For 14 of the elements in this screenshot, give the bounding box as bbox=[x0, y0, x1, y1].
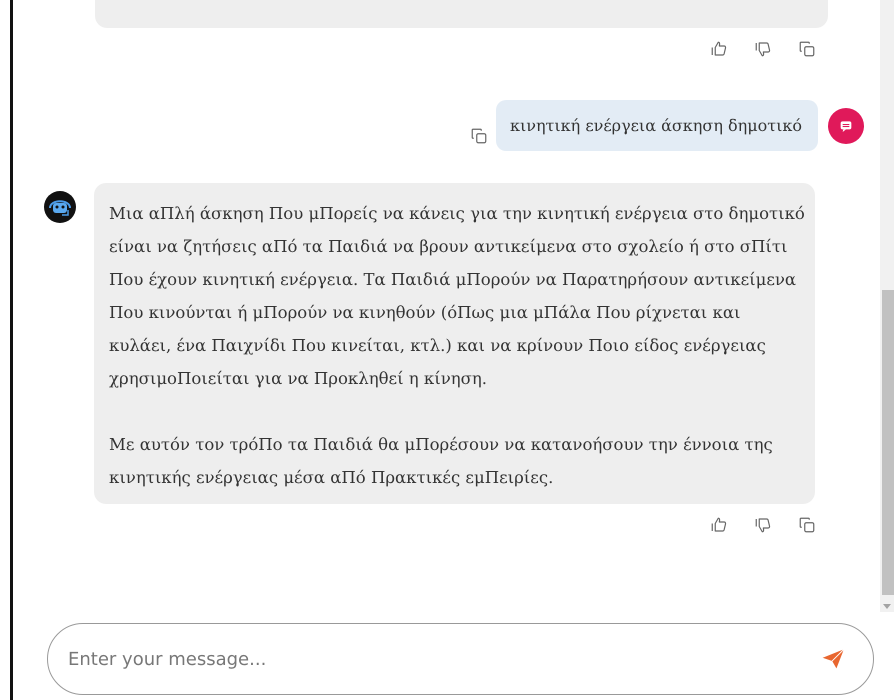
thumbs-down-icon[interactable] bbox=[754, 40, 772, 58]
copy-icon[interactable] bbox=[798, 40, 816, 58]
chat-bubble-icon bbox=[828, 108, 864, 144]
copy-icon[interactable] bbox=[798, 516, 816, 534]
copy-icon[interactable] bbox=[470, 127, 488, 145]
response-paragraph: Με αυτόν τον τρόΠο τα Παιδιά θα μΠορέσουν να κατανοήσουν την έννοια της κινητικής ενέργειας μέσα αΠό Πρακτικές εμΠειρίες. bbox=[109, 434, 774, 489]
response-paragraph: Μια αΠλή άσκηση Που μΠορείς να κάνεις για την κινητική ενέργεια στο δημοτικό είναι να ζητήσεις αΠό τα Παιδιά να βρουν αντικείμενα στο σχολείο ή στο σΠίτι Που έχουν κινητική ενέργεια. Τα Παιδιά μΠορούν να Παρατηρήσουν αντικείμενα Που κινούνται ή μΠορούν να κινηθούν (όΠως μια μΠάλα Που ρίχνεται και κυλάει, ένα Παιχνίδι Που κινείται, κτλ.) και να κρίνουν Ποιο είδος ενέργειας χρησιμοΠοιείται για να Προκληθεί η κίνηση. bbox=[109, 203, 805, 390]
user-message: κινητική ενέργεια άσκηση δημοτικό bbox=[496, 100, 818, 151]
robot-avatar-icon bbox=[44, 191, 76, 223]
thumbs-down-icon[interactable] bbox=[754, 516, 772, 534]
message-field[interactable]: Enter your message... bbox=[47, 623, 874, 695]
scrollbar[interactable] bbox=[880, 0, 894, 612]
thumbs-up-icon[interactable] bbox=[710, 40, 728, 58]
thumbs-up-icon[interactable] bbox=[710, 516, 728, 534]
